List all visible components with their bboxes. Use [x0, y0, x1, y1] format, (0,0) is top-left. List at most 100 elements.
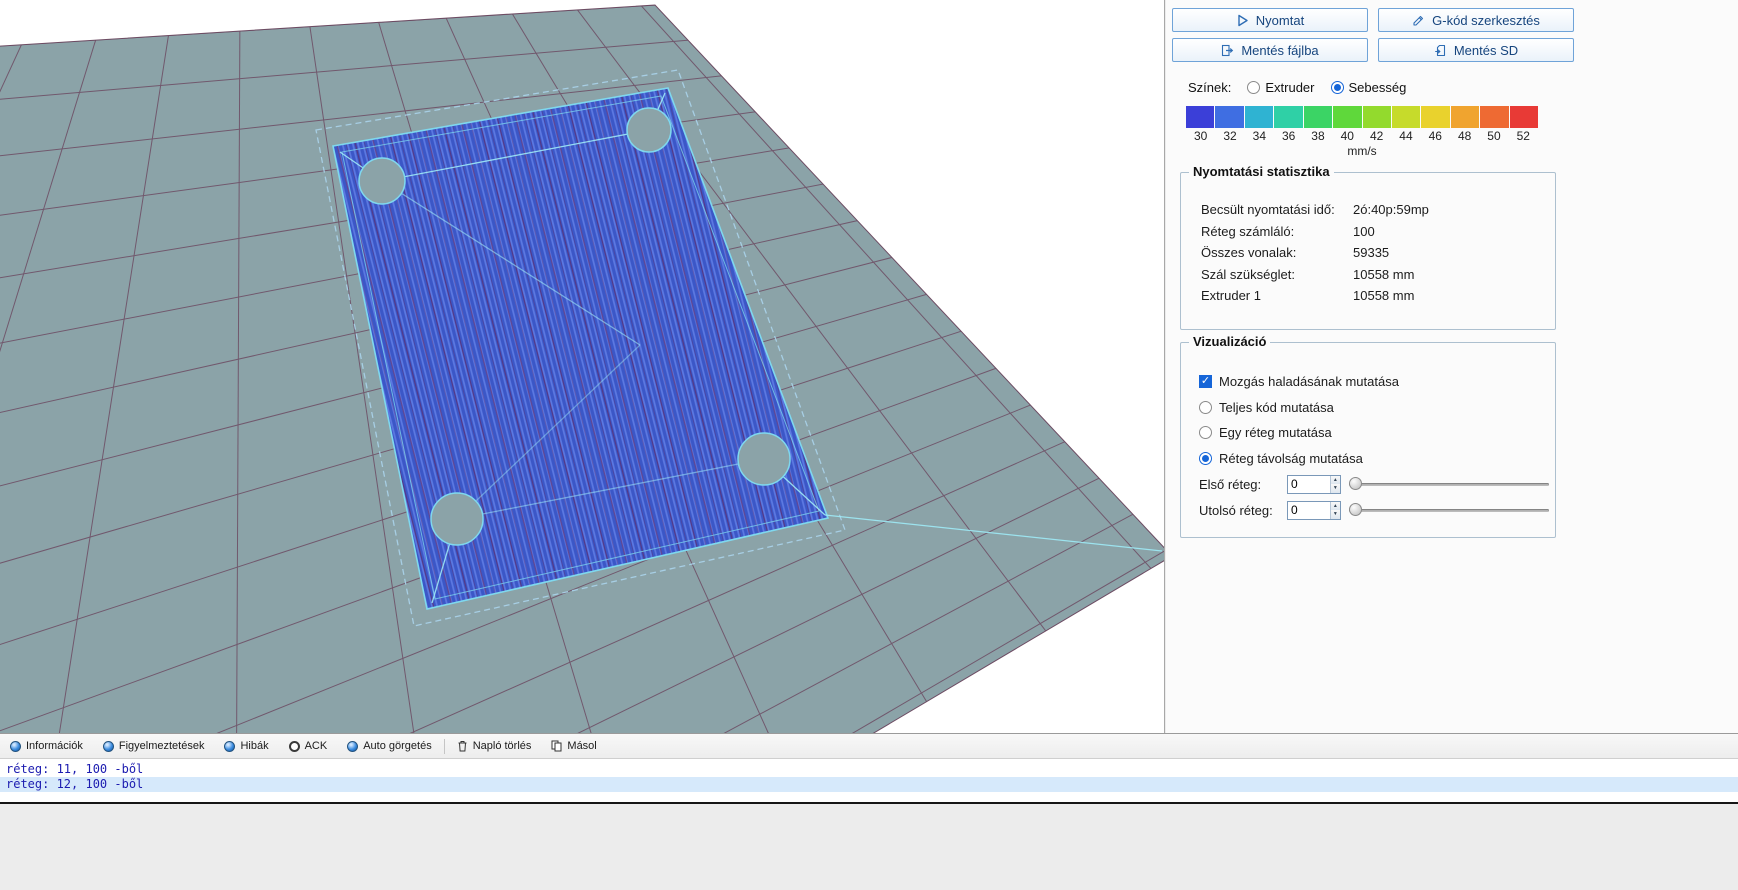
last-layer-input[interactable]: [1288, 501, 1330, 519]
spin-down-icon[interactable]: ▼: [1330, 510, 1340, 519]
gcode-edit-button[interactable]: G-kód szerkesztés: [1378, 8, 1574, 32]
scale-tick: 52: [1516, 129, 1530, 143]
log-toggle-figyelmeztetések[interactable]: Figyelmeztetések: [102, 740, 204, 752]
scale-cell: [1186, 106, 1215, 128]
stat-value: 2ó:40p:59mp: [1353, 202, 1429, 218]
sd-card-icon: [1435, 44, 1445, 56]
viz-option-mozgás-haladásának-mutatása[interactable]: ✓ Mozgás haladásának mutatása: [1181, 369, 1555, 395]
radio-icon: [1330, 81, 1344, 94]
viz-option-label: Egy réteg mutatása: [1219, 425, 1332, 441]
stat-label: Réteg számláló:: [1201, 223, 1295, 239]
copy-icon: [551, 740, 562, 752]
slider-thumb[interactable]: [1349, 503, 1362, 516]
scale-cell: [1274, 106, 1303, 128]
3d-viewport[interactable]: [0, 0, 1165, 733]
save-to-sd-button-label: Mentés SD: [1453, 42, 1519, 58]
checkbox-icon: ✓: [1199, 375, 1212, 389]
first-layer-spinbox[interactable]: ▲▼: [1287, 474, 1341, 494]
print-preview-3d[interactable]: [0, 0, 1164, 733]
scale-tick: 40: [1340, 129, 1354, 143]
log-toggle-label: Másol: [567, 740, 597, 752]
print-button-label: Nyomtat: [1255, 12, 1305, 28]
stat-value: 10558 mm: [1353, 288, 1415, 304]
log-section: Információk Figyelmeztetések Hibák ACK Auto …: [0, 733, 1738, 890]
led-icon: [224, 740, 236, 752]
stat-value: 10558 mm: [1353, 266, 1415, 282]
led-icon: [10, 740, 21, 752]
log-toggle-napló-törlés[interactable]: Napló törlés: [457, 740, 532, 752]
viz-option-label: Réteg távolság mutatása: [1219, 450, 1363, 466]
save-to-file-button[interactable]: Mentés fájlba: [1172, 38, 1368, 62]
scale-cell: [1303, 106, 1333, 128]
save-to-sd-button[interactable]: Mentés SD: [1378, 38, 1574, 62]
circle-icon: [288, 740, 300, 752]
scale-cell: [1362, 106, 1391, 128]
speed-scale-unit: mm/s: [1347, 144, 1377, 158]
log-toggle-auto-görgetés[interactable]: Auto görgetés: [347, 740, 432, 752]
viz-option-label: Teljes kód mutatása: [1219, 399, 1334, 415]
radio-label: Sebesség: [1348, 80, 1407, 95]
log-toggle-másol[interactable]: Másol: [551, 740, 597, 752]
pencil-icon: [1413, 15, 1424, 26]
log-lines[interactable]: réteg: 11, 100 -ből réteg: 12, 100 -ből: [0, 758, 1738, 804]
viz-option-teljes-kód-mutatása[interactable]: Teljes kód mutatása: [1181, 395, 1555, 421]
spin-up-icon[interactable]: ▲: [1330, 475, 1340, 484]
play-icon: [1238, 14, 1248, 26]
log-line[interactable]: réteg: 12, 100 -ből: [0, 777, 1738, 792]
print-statistics-title: Nyomtatási statisztika: [1189, 164, 1334, 179]
log-toggle-label: Információk: [26, 740, 83, 752]
slider-thumb[interactable]: [1349, 477, 1362, 490]
log-toggle-ack[interactable]: ACK: [288, 740, 327, 752]
log-toggle-label: Napló törlés: [472, 740, 532, 752]
stat-label: Extruder 1: [1201, 288, 1261, 304]
viz-option-réteg-távolság-mutatása[interactable]: Réteg távolság mutatása: [1181, 446, 1555, 472]
viz-option-label: Mozgás haladásának mutatása: [1219, 374, 1399, 390]
stat-value: 59335: [1353, 245, 1390, 261]
scale-tick: 44: [1399, 129, 1413, 143]
trash-icon: [458, 741, 467, 752]
radio-label: Extruder: [1265, 80, 1315, 95]
radio-icon: [1247, 81, 1261, 94]
radio-icon: [1199, 451, 1212, 465]
scale-tick: 34: [1252, 129, 1266, 143]
last-layer-row: Utolsó réteg: ▲▼: [1181, 497, 1555, 523]
stat-label: Becsült nyomtatási idő:: [1201, 202, 1335, 218]
stat-value: 100: [1353, 223, 1375, 239]
log-toggle-label: Auto görgetés: [363, 740, 432, 752]
first-layer-input[interactable]: [1288, 475, 1330, 493]
led-icon: [102, 740, 114, 752]
radio-icon: [1199, 400, 1212, 414]
scale-cell: [1450, 106, 1480, 128]
spin-up-icon[interactable]: ▲: [1330, 501, 1340, 510]
stat-row: Szál szükséglet: 10558 mm: [1181, 264, 1555, 286]
color-mode-extruder[interactable]: Extruder: [1247, 80, 1315, 95]
speed-scale-ticks: 30 32 34 36 38 40 42 44 46 48 50 52: [1186, 129, 1538, 143]
spin-down-icon[interactable]: ▼: [1330, 484, 1340, 493]
scale-cell: [1421, 106, 1450, 128]
print-panel: Nyomtat G-kód szerkesztés Mentés fájlba …: [1166, 0, 1738, 733]
last-layer-spin-buttons: ▲ ▼: [1329, 501, 1340, 519]
last-layer-slider[interactable]: [1349, 503, 1549, 517]
print-button[interactable]: Nyomtat: [1172, 8, 1368, 32]
scale-tick: 36: [1281, 129, 1296, 143]
last-layer-spinbox[interactable]: ▲▼: [1287, 500, 1341, 520]
scale-cell: [1215, 106, 1244, 128]
log-line[interactable]: réteg: 11, 100 -ből: [0, 762, 1738, 777]
scale-tick: 42: [1369, 129, 1384, 143]
speed-color-scale: 30 32 34 36 38 40 42 44 46 48 50 52 mm/s: [1186, 106, 1539, 158]
gcode-edit-button-label: G-kód szerkesztés: [1432, 12, 1540, 28]
app-root: Nyomtat G-kód szerkesztés Mentés fájlba …: [0, 0, 1738, 890]
color-mode-sebesség[interactable]: Sebesség: [1330, 80, 1407, 95]
save-to-file-button-label: Mentés fájlba: [1241, 42, 1319, 58]
scale-tick: 30: [1193, 129, 1208, 143]
scale-tick: 32: [1223, 129, 1237, 143]
viz-option-egy-réteg-mutatása[interactable]: Egy réteg mutatása: [1181, 420, 1555, 446]
stat-label: Összes vonalak:: [1201, 245, 1297, 261]
log-toggle-hibák[interactable]: Hibák: [224, 740, 269, 752]
color-mode-options: Extruder Sebesség: [1247, 80, 1406, 95]
first-layer-slider[interactable]: [1349, 477, 1549, 491]
scale-cell: [1244, 106, 1274, 128]
visualization-title: Vizualizáció: [1189, 334, 1271, 349]
log-toggle-információk[interactable]: Információk: [10, 740, 83, 752]
stat-row: Becsült nyomtatási idő: 2ó:40p:59mp: [1181, 199, 1555, 221]
